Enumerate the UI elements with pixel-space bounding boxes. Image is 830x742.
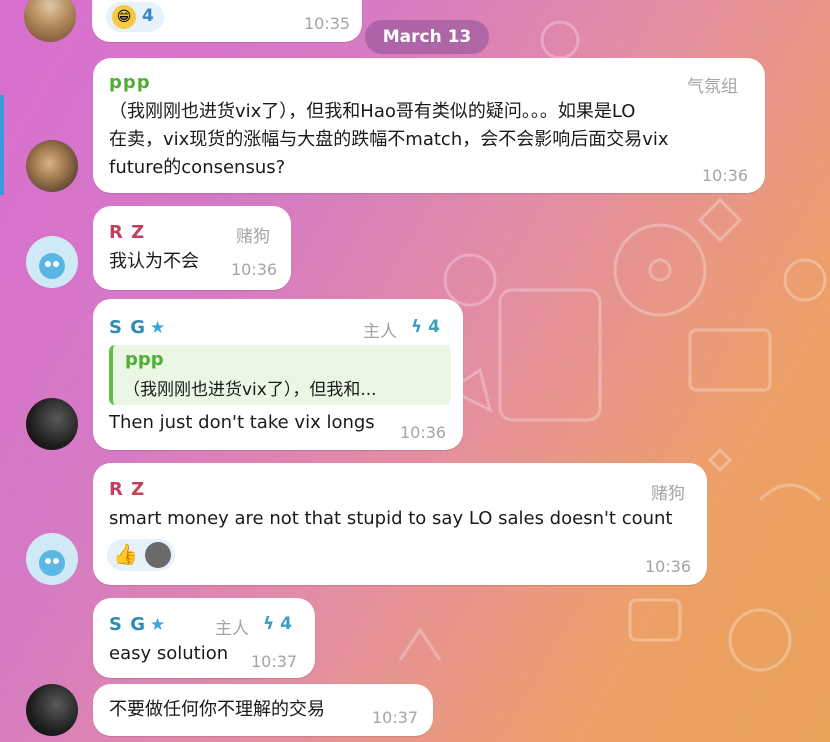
thumbs-up-icon: 👍 xyxy=(113,542,138,566)
message-bubble: 不要做任何你不理解的交易 10:37 xyxy=(93,684,433,736)
message-time: 10:36 xyxy=(400,423,447,442)
grinning-face-icon: 😁 xyxy=(112,5,136,29)
message-line: future的consensus? xyxy=(109,157,286,178)
reaction-count: 4 xyxy=(142,6,154,26)
message-text: 不要做任何你不理解的交易 xyxy=(109,699,325,720)
message-bubble: S G ★ 主人 ϟ 4 ppp （我刚刚也进货vix了），但我和... Then… xyxy=(93,299,463,450)
sender-role: 主人 xyxy=(215,619,249,639)
message-bubble: R Z 赌狗 我认为不会 10:36 xyxy=(93,206,291,290)
message-time: 10:35 xyxy=(304,14,351,33)
avatar[interactable] xyxy=(24,0,76,42)
star-icon: ★ xyxy=(150,318,167,338)
message-text: （我刚刚也进货vix了），但我和Hao哥有类似的疑问。。。如果是LO 在卖，vi… xyxy=(109,98,759,182)
message-time: 10:37 xyxy=(372,708,419,727)
sender-role: 主人 xyxy=(363,322,397,342)
star-icon: ★ xyxy=(150,615,167,635)
avatar[interactable] xyxy=(26,140,78,192)
avatar[interactable] xyxy=(26,398,78,450)
message-line: 在卖，vix现货的涨幅与大盘的跌幅不match，会不会影响后面交易vix xyxy=(109,129,669,150)
sender-role: 气氛组 xyxy=(687,77,738,97)
sender-name[interactable]: S G ★ xyxy=(109,614,166,635)
avatar[interactable] xyxy=(26,684,78,736)
selection-indicator xyxy=(0,95,4,195)
sender-name[interactable]: S G ★ xyxy=(109,317,166,338)
message-bubble: ppp 气氛组 （我刚刚也进货vix了），但我和Hao哥有类似的疑问。。。如果是… xyxy=(93,58,765,193)
message-bubble: S G ★ 主人 ϟ 4 easy solution 10:37 xyxy=(93,598,315,678)
message-text: smart money are not that stupid to say L… xyxy=(109,508,673,529)
message-text: easy solution xyxy=(109,643,229,664)
reply-text: （我刚刚也进货vix了），但我和... xyxy=(123,380,377,400)
message-line: （我刚刚也进货vix了），但我和Hao哥有类似的疑问。。。如果是LO xyxy=(109,101,636,122)
sender-role: 赌狗 xyxy=(651,484,685,504)
message-bubble: 😁 4 10:35 xyxy=(92,0,362,42)
boost-badge: ϟ 4 xyxy=(263,614,292,634)
message-time: 10:36 xyxy=(645,557,692,576)
message-time: 10:36 xyxy=(231,260,278,279)
reaction-chip[interactable]: 😁 4 xyxy=(106,2,164,32)
message-time: 10:36 xyxy=(702,166,749,185)
reactor-avatar xyxy=(145,542,171,568)
sender-name[interactable]: ppp xyxy=(109,72,151,93)
avatar-cartoon-icon xyxy=(39,550,65,576)
boost-bolt-icon: ϟ xyxy=(411,317,423,337)
message-time: 10:37 xyxy=(251,652,298,671)
reply-preview[interactable]: ppp （我刚刚也进货vix了），但我和... xyxy=(109,345,451,405)
message-text: Then just don't take vix longs xyxy=(109,412,375,433)
reaction-chip[interactable]: 👍 xyxy=(107,539,175,571)
sender-name[interactable]: R Z xyxy=(109,222,145,243)
reply-sender: ppp xyxy=(125,349,164,370)
date-separator: March 13 xyxy=(365,20,489,54)
boost-bolt-icon: ϟ xyxy=(263,614,275,634)
avatar-cartoon-icon xyxy=(39,253,65,279)
sender-name[interactable]: R Z xyxy=(109,479,145,500)
boost-badge: ϟ 4 xyxy=(411,317,440,337)
avatar[interactable] xyxy=(26,236,78,288)
sender-role: 赌狗 xyxy=(236,227,270,247)
message-text: 我认为不会 xyxy=(109,251,199,272)
avatar[interactable] xyxy=(26,533,78,585)
message-bubble: R Z 赌狗 smart money are not that stupid t… xyxy=(93,463,707,585)
